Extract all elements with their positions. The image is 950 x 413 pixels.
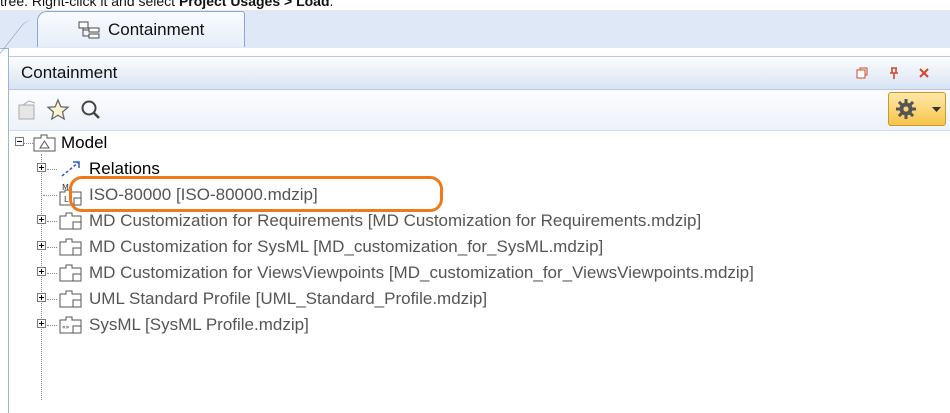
tab-strip: Containment: [0, 10, 950, 49]
tab-containment-label: Containment: [108, 20, 205, 39]
tree-node-md-customization-viewsviewpoints[interactable]: MD Customization for ViewsViewpoints [MD…: [9, 260, 949, 286]
pin-icon[interactable]: [887, 66, 901, 80]
search-icon[interactable]: [79, 98, 103, 122]
chevron-down-icon: [932, 107, 941, 112]
expand-toggle[interactable]: [37, 293, 46, 302]
tree-node-label: MD Customization for ViewsViewpoints [MD…: [89, 263, 754, 282]
tree-connector: [43, 195, 57, 196]
options-menu-button[interactable]: [888, 92, 946, 126]
expand-toggle[interactable]: [37, 163, 46, 172]
svg-text:«»: «»: [62, 324, 70, 331]
tree-node-label: UML Standard Profile [UML_Standard_Profi…: [89, 289, 488, 308]
expand-toggle[interactable]: [37, 267, 46, 276]
highlight-annotation: [69, 176, 443, 212]
shared-package-icon: [59, 238, 82, 256]
collapse-toggle[interactable]: [15, 137, 24, 146]
tree-connector: [47, 247, 57, 248]
tree-node-model[interactable]: Model: [9, 130, 309, 156]
add-diagram-icon[interactable]: [15, 98, 39, 122]
panel-toolbar: [9, 90, 950, 131]
tree-node-uml-standard-profile[interactable]: UML Standard Profile [UML_Standard_Profi…: [9, 286, 709, 312]
instruction-caption: tree. Right-click it and select Project …: [0, 0, 333, 9]
tree-node-md-customization-sysml[interactable]: MD Customization for SysML [MD_customiza…: [9, 234, 939, 260]
containment-tree: Model Relations M L ISO-80000 [ISO-80000…: [9, 130, 950, 413]
gear-icon: [896, 99, 916, 119]
expand-toggle[interactable]: [37, 215, 46, 224]
shared-package-icon: [59, 290, 82, 308]
tree-connector: [47, 169, 57, 170]
model-package-icon: [33, 134, 56, 152]
expand-toggle[interactable]: [37, 319, 46, 328]
tree-node-label: SysML [SysML Profile.mdzip]: [89, 315, 309, 334]
tree-node-sysml[interactable]: «» SysML [SysML Profile.mdzip]: [9, 312, 509, 338]
tree-connector: [47, 325, 57, 326]
restore-icon[interactable]: [855, 66, 869, 80]
tree-node-label: Model: [61, 133, 108, 152]
containment-tree-icon: [78, 21, 100, 39]
tree-node-label: MD Customization for SysML [MD_customiza…: [89, 237, 604, 256]
close-icon[interactable]: [917, 66, 931, 80]
shared-package-icon: [59, 264, 82, 282]
expand-toggle[interactable]: [37, 241, 46, 250]
caption-menu-path: Project Usages > Load: [178, 0, 330, 9]
tree-connector: [47, 299, 57, 300]
favorite-star-icon[interactable]: [46, 98, 70, 122]
tree-connector: [47, 273, 57, 274]
panel-titlebar: Containment: [9, 56, 950, 90]
shared-package-icon: [59, 212, 82, 230]
caption-suffix: .: [329, 0, 334, 9]
caption-prefix: tree. Right-click it and select: [0, 0, 179, 9]
panel-title: Containment: [21, 63, 118, 82]
containment-panel: Containment Model Relations M L ISO-8000…: [8, 48, 950, 413]
profile-icon: «»: [59, 316, 82, 334]
tab-containment[interactable]: Containment: [37, 11, 245, 47]
tree-connector: [47, 221, 57, 222]
